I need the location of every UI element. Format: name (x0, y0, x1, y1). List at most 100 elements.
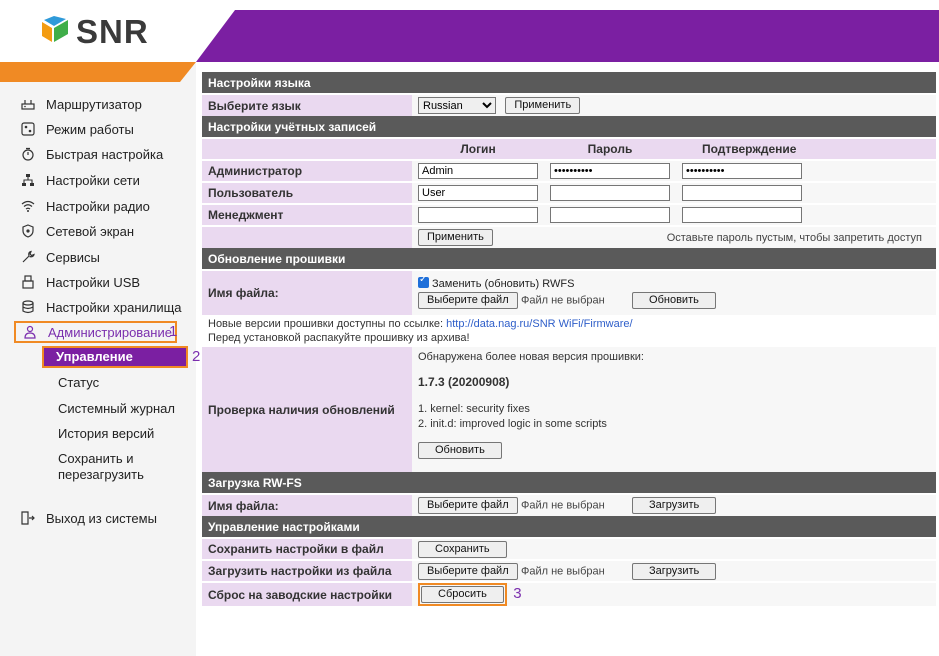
sidebar-item-label: Выход из системы (46, 510, 157, 526)
firmware-choose-file-button[interactable]: Выберите файл (418, 292, 518, 309)
changelog-item: 2. init.d: improved logic in some script… (418, 418, 607, 430)
wifi-icon (20, 198, 36, 214)
logo-text: SNR (76, 13, 149, 50)
sidebar-item-quick-setup[interactable]: Быстрая настройка (20, 144, 163, 164)
wrench-icon (20, 249, 36, 265)
network-icon (20, 172, 36, 188)
factory-reset-button[interactable]: Сбросить (421, 586, 504, 603)
sidebar-orange-band (0, 62, 196, 82)
replace-rwfs-label: Заменить (обновить) RWFS (432, 278, 575, 290)
col-password: Пароль (544, 137, 676, 160)
sidebar-item-label: Маршрутизатор (46, 96, 142, 112)
snr-logo: SNR (40, 13, 149, 50)
step-marker-2: 2 (192, 348, 201, 365)
sidebar-item-label: Администрирование (48, 324, 172, 340)
user-confirm-input[interactable] (682, 185, 802, 201)
main-content: Настройки языка Выберите язык Russian Пр… (202, 72, 936, 606)
language-label: Выберите язык (202, 93, 412, 116)
sidebar-item-label: Быстрая настройка (46, 146, 164, 162)
sidebar-subitem-save-reboot[interactable]: Сохранить и перезагрузить (58, 451, 178, 483)
header: SNR (0, 0, 939, 62)
accounts-apply-button[interactable]: Применить (418, 229, 493, 246)
firmware-note: Новые версии прошивки доступны по ссылке… (202, 315, 936, 346)
sidebar-item-services[interactable]: Сервисы (20, 247, 100, 267)
load-settings-button[interactable]: Загрузить (632, 562, 717, 580)
account-row-management: Менеджмент (202, 203, 936, 226)
management-password-input[interactable] (550, 207, 670, 223)
section-rwfs: Загрузка RW-FS (202, 472, 936, 494)
sidebar-item-logout[interactable]: Выход из системы (20, 508, 157, 528)
admin-password-input[interactable] (550, 163, 670, 179)
settings-no-file-text: Файл не выбран (520, 565, 605, 578)
changelog-item: 1. kernel: security fixes (418, 403, 530, 415)
sidebar-subitem-manage[interactable]: Управление (42, 346, 188, 368)
sidebar-item-label: Настройки сети (46, 172, 140, 188)
admin-icon (22, 324, 38, 340)
section-accounts: Настройки учётных записей (202, 116, 936, 138)
sidebar-item-administration[interactable]: Администрирование (14, 321, 177, 343)
language-apply-button[interactable]: Применить (505, 96, 581, 114)
management-login-input[interactable] (418, 207, 538, 223)
logout-icon (20, 510, 36, 526)
shield-icon (20, 223, 36, 239)
sidebar-item-label: Сервисы (46, 249, 100, 265)
router-icon (20, 96, 36, 112)
sidebar-item-label: Настройки хранилища (46, 299, 182, 315)
sidebar-item-radio[interactable]: Настройки радио (20, 196, 150, 216)
col-confirm: Подтверждение (676, 137, 936, 160)
storage-icon (20, 299, 36, 315)
check-update-button[interactable]: Обновить (418, 442, 502, 459)
firmware-update-button[interactable]: Обновить (632, 292, 716, 309)
language-select[interactable]: Russian (418, 97, 496, 115)
sidebar-item-label: Настройки радио (46, 198, 150, 214)
section-firmware: Обновление прошивки (202, 248, 936, 270)
account-row-admin: Администратор (202, 159, 936, 182)
sidebar-item-network[interactable]: Настройки сети (20, 170, 140, 190)
management-confirm-input[interactable] (682, 207, 802, 223)
section-settings: Управление настройками (202, 516, 936, 538)
settings-choose-file-button[interactable]: Выберите файл (418, 562, 518, 580)
replace-rwfs-checkbox[interactable] (418, 274, 429, 288)
col-login: Логин (412, 137, 544, 160)
sidebar-item-label: Сетевой экран (46, 223, 135, 239)
firmware-no-file-text: Файл не выбран (520, 294, 605, 307)
save-settings-label: Сохранить настройки в файл (202, 537, 412, 560)
sidebar-item-mode[interactable]: Режим работы (20, 119, 134, 139)
user-password-input[interactable] (550, 185, 670, 201)
sidebar-item-storage[interactable]: Настройки хранилища (20, 297, 182, 317)
sidebar-item-usb[interactable]: Настройки USB (20, 272, 140, 292)
mode-icon (20, 121, 36, 137)
new-version-number: 1.7.3 (20200908) (418, 375, 510, 389)
sidebar-subitem-syslog[interactable]: Системный журнал (58, 401, 175, 416)
step-marker-1: 1 (169, 323, 178, 340)
sidebar-item-router[interactable]: Маршрутизатор (20, 94, 142, 114)
rwfs-no-file-text: Файл не выбран (520, 499, 605, 512)
admin-form: Настройки языка Выберите язык Russian Пр… (202, 72, 936, 606)
save-settings-button[interactable]: Сохранить (418, 540, 507, 558)
step-marker-3: 3 (513, 584, 522, 602)
factory-reset-label: Сброс на заводские настройки (202, 581, 412, 606)
accounts-hint: Оставьте пароль пустым, чтобы запретить … (544, 225, 936, 248)
admin-login-input[interactable] (418, 163, 538, 179)
new-version-found-text: Обнаружена более новая версия прошивки: (418, 351, 644, 363)
rwfs-upload-button[interactable]: Загрузить (632, 497, 717, 514)
load-settings-label: Загрузить настройки из файла (202, 559, 412, 582)
check-updates-label: Проверка наличия обновлений (202, 345, 412, 472)
snr-logo-icon (42, 16, 68, 42)
sidebar-subitem-status[interactable]: Статус (58, 375, 99, 390)
firmware-download-link[interactable]: http://data.nag.ru/SNR WiFi/Firmware/ (446, 318, 632, 330)
section-language: Настройки языка (202, 72, 936, 94)
usb-icon (20, 274, 36, 290)
sidebar-item-label: Режим работы (46, 121, 134, 137)
admin-confirm-input[interactable] (682, 163, 802, 179)
factory-reset-highlight: Сбросить (418, 583, 507, 606)
rwfs-file-label: Имя файла: (202, 493, 412, 516)
sidebar-item-firewall[interactable]: Сетевой экран (20, 221, 134, 241)
user-login-input[interactable] (418, 185, 538, 201)
stopwatch-icon (20, 146, 36, 162)
sidebar-item-label: Настройки USB (46, 274, 141, 290)
account-row-user: Пользователь (202, 181, 936, 204)
rwfs-choose-file-button[interactable]: Выберите файл (418, 497, 518, 514)
firmware-file-label: Имя файла: (202, 269, 412, 316)
sidebar-subitem-version-history[interactable]: История версий (58, 426, 154, 441)
